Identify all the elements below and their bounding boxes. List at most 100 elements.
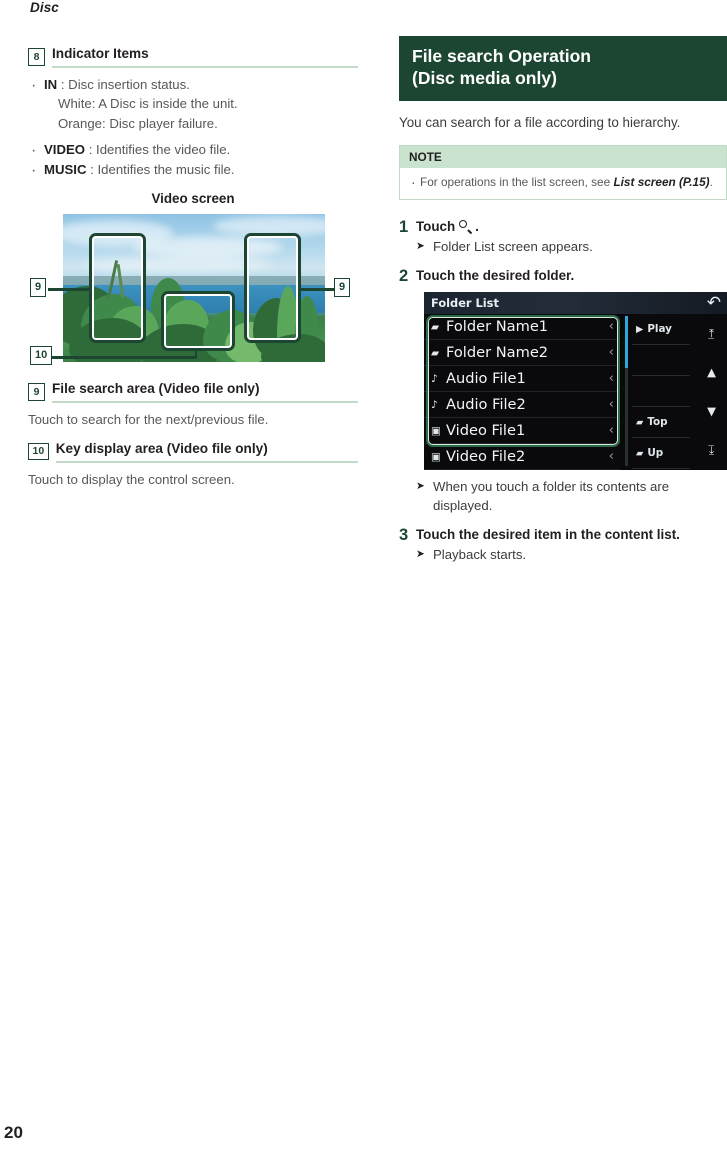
leader-line-bottom-10-h [50,356,197,359]
bullet-subline-orange: Orange: Disc player failure. [58,115,218,131]
video-icon: ▣ [431,450,441,463]
step-2: 2 Touch the desired folder. [399,267,727,285]
list-item[interactable]: ▰ Folder Name1 ‹ [424,314,620,341]
chevron-left-icon: ‹ [608,345,614,361]
figure-badge-10: 10 [30,346,53,366]
figure-badge-9-right: 9 [334,278,351,298]
note-box: NOTE For operations in the list screen, … [399,144,727,200]
leader-line-right-9 [299,288,338,291]
play-button[interactable]: ▶ Play [632,314,690,346]
device-title: Folder List [431,296,499,311]
return-arrow-icon[interactable]: ↶ [707,293,721,313]
step-1-title-period: . [475,218,479,234]
step-2-result: When you touch a folder its contents are… [416,478,727,514]
chevron-left-icon: ‹ [608,319,614,335]
file-search-zone-left[interactable] [89,233,146,344]
list-item-label: Video File2 [446,448,526,466]
indicator-items-list: IN : Disc insertion status. White: A Dis… [28,74,358,183]
leader-line-bottom-10-v [195,349,198,359]
list-item-label: Folder Name1 [446,318,549,336]
bullet-text-in: : Disc insertion status. [57,76,190,92]
list-item[interactable]: ♪ Audio File1 ‹ [424,366,620,393]
device-scroll-nav: ⤒̲ ▲ ▼ ⤓̅ [694,314,727,470]
bullet-term-in: IN [44,76,58,92]
page-number: 20 [4,1123,23,1142]
side-button-empty-1[interactable] [632,345,690,377]
item-number-badge-8: 8 [28,48,45,66]
step-1: 1 Touch . Folder List screen appears. [399,218,727,257]
scroll-top-icon[interactable]: ⤒̲ [709,328,714,340]
list-item: IN : Disc insertion status. White: A Dis… [28,74,358,133]
folder-icon: ▰ [431,320,440,333]
item-9-body: Touch to search for the next/previous fi… [28,412,269,428]
step-3: 3 Touch the desired item in the content … [399,526,727,565]
list-item[interactable]: ▣ Video File1 ‹ [424,418,620,445]
step-3-title: Touch the desired item in the content li… [416,526,680,542]
list-scrollbar-thumb[interactable] [625,316,628,369]
scroll-down-icon[interactable]: ▼ [707,406,716,418]
step-2-title: Touch the desired folder. [416,268,575,284]
folder-up-icon: ▰ [636,447,644,459]
bullet-text-video: : Identifies the video file. [85,141,231,157]
item-10-title: Key display area (Video file only) [55,441,358,463]
note-text: For operations in the list screen, see L… [409,172,717,192]
scroll-up-icon[interactable]: ▲ [707,367,716,379]
step-1-number: 1 [399,217,409,236]
step-3-body: Touch the desired item in the content li… [416,526,727,565]
bullet-subline-white: White: A Disc is inside the unit. [58,96,238,112]
leader-line-left-9 [48,288,92,291]
item-8-title: Indicator Items [52,46,358,68]
right-column: File search Operation (Disc media only) … [399,36,727,565]
step-2-number: 2 [399,267,409,286]
bullet-text-music: : Identifies the music file. [86,162,235,178]
folder-top-icon: ▰ [636,416,644,428]
item-8-heading: 8 Indicator Items [28,46,358,68]
bullet-term-music: MUSIC [44,162,87,178]
bullet-term-video: VIDEO [44,141,86,157]
item-9-title: File search area (Video file only) [52,381,358,404]
device-side-buttons: ▶ Play ▰ Top ▰ Up [632,314,690,470]
list-item[interactable]: ♪ Audio File2 ‹ [424,392,620,419]
top-button-label: Top [647,416,668,429]
section-intro-text: You can search for a file according to h… [399,114,681,130]
chevron-left-icon: ‹ [608,423,614,439]
step-1-result: Folder List screen appears. [416,238,727,256]
step-1-body: Touch . Folder List screen appears. [416,218,727,257]
list-item-label: Audio File1 [446,370,526,388]
step-1-title: Touch . [416,218,727,235]
file-search-zone-right[interactable] [244,233,301,344]
item-10-body: Touch to display the control screen. [28,471,235,487]
top-button[interactable]: ▰ Top [632,407,690,439]
list-item-label: Folder Name2 [446,344,549,362]
section-banner: File search Operation (Disc media only) [399,36,727,101]
note-text-after: . [709,174,713,189]
video-icon: ▣ [431,424,441,437]
up-button-label: Up [647,447,664,460]
key-display-zone-center[interactable] [161,291,235,352]
note-cross-reference[interactable]: List screen (P.15) [613,175,709,189]
note-text-before: For operations in the list screen, see [420,174,614,189]
item-10-heading: 10 Key display area (Video file only) [28,441,358,463]
list-item[interactable]: ▰ Folder Name2 ‹ [424,340,620,367]
step-1-title-text: Touch [416,218,456,234]
figure-caption-video-screen: Video screen [151,191,235,207]
list-item-label: Audio File2 [446,396,526,414]
up-button[interactable]: ▰ Up [632,438,690,470]
music-note-icon: ♪ [431,372,438,385]
folder-list-screenshot: Folder List ↶ ▰ Folder Name1 ‹ ▰ Folder … [424,292,727,471]
note-title: NOTE [400,145,726,168]
section-banner-line1: File search Operation [412,46,591,66]
folder-icon: ▰ [431,346,440,359]
side-button-empty-2[interactable] [632,376,690,408]
step-3-result: Playback starts. [416,546,727,564]
scroll-bottom-icon[interactable]: ⤓̅ [709,445,714,457]
step-2-body: Touch the desired folder. [416,267,727,284]
list-item[interactable]: ▣ Video File2 ‹ [424,444,620,471]
list-scrollbar[interactable] [625,316,628,467]
chevron-left-icon: ‹ [608,449,614,465]
chevron-left-icon: ‹ [608,371,614,387]
left-column: 8 Indicator Items IN : Disc insertion st… [28,46,358,489]
figure-badge-9-left: 9 [30,278,47,298]
item-9-heading: 9 File search area (Video file only) [28,381,358,404]
play-button-label: Play [647,323,672,336]
